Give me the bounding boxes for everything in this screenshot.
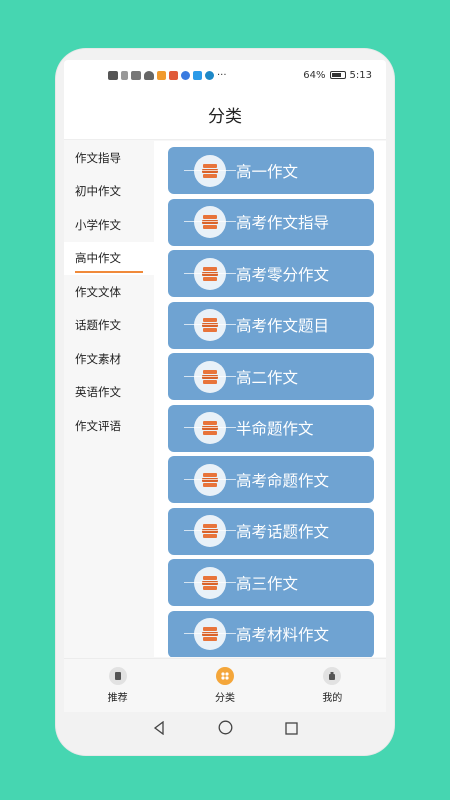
sidebar-item-primary[interactable]: 小学作文 [64,208,154,242]
books-icon [184,566,236,599]
sidebar-item-label: 英语作文 [75,385,121,400]
book-icon [108,666,127,685]
sidebar-item-topic[interactable]: 话题作文 [64,309,154,343]
books-icon [184,463,236,496]
tab-category[interactable]: 分类 [185,666,265,704]
app-screen: ··· 64% 5:13 分类 作文指导 初中作文 小学作文 高中作文 作文文体… [64,60,386,746]
category-list: 高一作文 高考作文指导 高考零分作文 高考作文题目 高二作文 半命题作文 高考命… [154,141,386,657]
books-icon [184,618,236,650]
page-title: 分类 [208,107,242,127]
search-app-icon [193,70,202,80]
status-icons: ··· [108,70,227,81]
more-notifications: ··· [217,69,227,81]
battery-icon [329,71,346,79]
system-nav-bar [64,712,386,746]
category-label: 高考材料作文 [236,626,330,644]
category-sidebar: 作文指导 初中作文 小学作文 高中作文 作文文体 话题作文 作文素材 英语作文 … [64,141,154,661]
tab-label: 我的 [322,692,343,704]
category-label: 高考作文指导 [236,214,330,232]
books-icon [184,515,236,547]
books-icon [184,309,236,341]
books-icon [184,206,236,238]
clock: 5:13 [349,69,372,81]
sidebar-item-label: 初中作文 [75,184,121,199]
user-icon [323,666,342,685]
category-card[interactable]: 高考作文指导 [168,198,374,246]
wifi-icon [144,70,154,80]
app-icon-teal [205,70,214,80]
sidebar-item-genre[interactable]: 作文文体 [64,275,154,309]
sidebar-item-label: 话题作文 [75,318,121,333]
category-label: 高三作文 [236,574,299,593]
category-card[interactable]: 高考零分作文 [168,250,374,297]
category-label: 高考作文题目 [236,317,330,335]
sidebar-item-english[interactable]: 英语作文 [64,376,154,410]
sidebar-item-comments[interactable]: 作文评语 [64,409,154,443]
phone-frame: ··· 64% 5:13 分类 作文指导 初中作文 小学作文 高中作文 作文文体… [56,49,394,755]
signal-icon [121,70,128,80]
battery-percent: 64% [303,69,326,81]
books-icon [184,412,236,444]
sidebar-item-junior-high[interactable]: 初中作文 [64,175,154,209]
books-icon [184,257,236,290]
cart-icon [169,70,178,80]
books-icon [184,154,236,187]
category-label: 高二作文 [236,368,299,387]
category-card[interactable]: 高考话题作文 [168,507,374,555]
recent-apps-icon[interactable] [285,720,298,739]
category-label: 半命题作文 [236,420,314,438]
sidebar-item-label: 作文文体 [75,284,121,299]
category-card[interactable]: 高三作文 [168,559,374,606]
hd-icon [108,70,118,80]
sidebar-item-label: 作文指导 [75,150,121,165]
app-notification-icon [157,70,166,80]
category-card[interactable]: 半命题作文 [168,404,374,452]
back-icon[interactable] [152,720,166,739]
tab-mine[interactable]: 我的 [292,666,372,704]
category-card[interactable]: 高考材料作文 [168,610,374,657]
sidebar-item-material[interactable]: 作文素材 [64,342,154,376]
category-label: 高考话题作文 [236,523,330,541]
tab-recommend[interactable]: 推荐 [78,666,158,704]
home-icon[interactable] [218,720,233,739]
category-card[interactable]: 高考作文题目 [168,301,374,349]
status-bar: ··· 64% 5:13 [64,60,386,90]
sidebar-item-label: 作文素材 [75,351,121,366]
sidebar-item-senior-high[interactable]: 高中作文 [64,241,154,275]
sidebar-item-label: 作文评语 [75,418,121,433]
tab-label: 推荐 [107,692,128,704]
books-icon [184,360,236,393]
category-label: 高一作文 [236,162,299,181]
sidebar-item-label: 高中作文 [75,251,121,266]
grid-icon [215,666,234,685]
page-header: 分类 [64,90,386,140]
category-label: 高考命题作文 [236,471,330,490]
category-card[interactable]: 高二作文 [168,353,374,400]
category-card[interactable]: 高一作文 [168,147,374,194]
category-label: 高考零分作文 [236,265,330,284]
category-card[interactable]: 高考命题作文 [168,456,374,503]
status-right: 64% 5:13 [303,70,372,81]
sidebar-item-guide[interactable]: 作文指导 [64,141,154,175]
tab-label: 分类 [214,692,235,704]
app-icon-blue [181,70,190,80]
signal-icon-2 [131,70,141,80]
bottom-tab-bar: 推荐 分类 我的 [64,658,386,711]
sidebar-item-label: 小学作文 [75,217,121,232]
